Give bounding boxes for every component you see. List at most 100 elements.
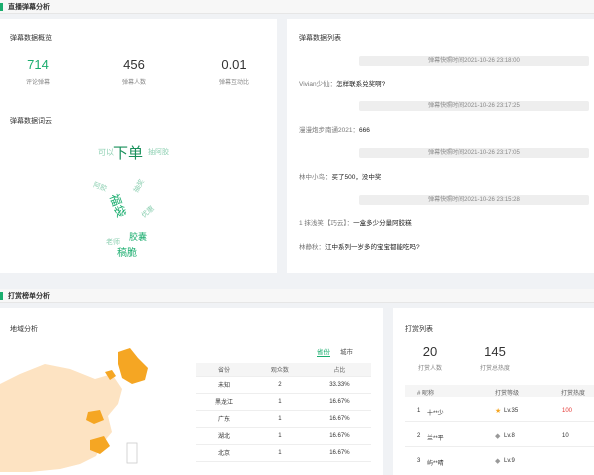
danmu-list-title: 弹幕数据列表 [299, 35, 341, 42]
danmu-text: 江中系列一岁多的宝宝都能吃吗? [325, 244, 420, 251]
col-heat: 打赏热度 [561, 391, 586, 397]
cell-viewers: 1 [251, 393, 308, 411]
stat-danmu-count: 714 [27, 57, 49, 72]
danmu-time-1: 弹幕快照时间2021-10-26 23:18:00 [359, 56, 589, 66]
col-level: 打赏等级 [495, 391, 520, 397]
danmu-text: 一盒多少分量阿胶糕 [353, 220, 412, 227]
cell-province: 黑龙江 [196, 393, 252, 411]
danmu-user: Vivian少仙： [299, 81, 337, 88]
overview-panel: 弹幕数据概览 714 评论弹幕 456 弹幕人数 0.01 弹幕互动比 弹幕数据… [0, 19, 277, 273]
col-nickname: # 昵称 [417, 391, 435, 397]
stat-ratio-value: 0.01 [221, 57, 247, 72]
map-inset-box [126, 442, 138, 464]
danmu-item-1: Vivian少仙：怎样联系兑奖啊? [299, 78, 385, 88]
danmu-text: 666 [358, 127, 370, 134]
danmu-item-2: 漫漫炮步南通2021：666 [299, 124, 370, 134]
reward-heat: 100 [562, 408, 573, 414]
reward-table-header: # 昵称 打赏等级 打赏热度 [405, 385, 594, 397]
danmu-user: 林静秋： [299, 244, 325, 251]
region-table-header: 省份 观众数 占比 [196, 363, 371, 377]
danmu-time-2: 弹幕快照时间2021-10-26 23:17:25 [359, 101, 589, 111]
cell-ratio: 16.67% [307, 410, 371, 428]
region-panel: 地域分析 省份 城市 省份 观众数 占比 未知 2 33.33% 黑龙江 1 1… [0, 308, 383, 475]
cell-province: 广东 [196, 410, 252, 428]
danmu-user: 林中小鸟： [299, 174, 332, 181]
word-gaocui: 稿脆 [117, 248, 137, 259]
tab-city[interactable]: 城市 [340, 346, 353, 356]
danmu-text: 买了500，没中奖 [331, 174, 382, 181]
danmu-item-5: 林静秋：江中系列一岁多的宝宝都能吃吗? [299, 241, 420, 251]
danmu-list-panel: 弹幕数据列表 弹幕快照时间2021-10-26 23:18:00 Vivian少… [287, 19, 594, 273]
word-choujiang: 抽奖 [132, 178, 146, 195]
cell-province: 北京 [196, 444, 252, 462]
word-ajiao: 阿胶 [92, 181, 108, 194]
section-accent [0, 3, 3, 11]
danmu-text: 怎样联系兑奖啊? [336, 81, 386, 88]
col-province: 省份 [196, 363, 252, 377]
reward-name: 屿**晴 [427, 461, 444, 467]
danmu-time-4: 弹幕快照时间2021-10-26 23:15:28 [359, 195, 589, 205]
word-jiaonang: 胶囊 [129, 232, 148, 242]
section-header-danmu: 直播弹幕分析 [0, 0, 594, 14]
cell-ratio: 16.67% [307, 427, 371, 445]
reward-users-count: 20 [422, 344, 438, 359]
cell-viewers: 1 [251, 427, 308, 445]
map-region-heilongjiang [118, 348, 148, 384]
level-badge-icon: ◆ [495, 458, 501, 465]
cell-viewers: 1 [251, 444, 308, 462]
section-header-reward: 打赏榜单分析 [0, 289, 594, 303]
reward-heat-label: 打赏总热度 [479, 366, 510, 372]
reward-panel: 打赏列表 20 打赏人数 145 打赏总热度 # 昵称 打赏等级 打赏热度 1 … [393, 308, 594, 475]
table-row: 2 兰**平 ◆ Lv.8 10 [405, 429, 594, 447]
section-accent [0, 292, 3, 300]
word-fudai: 福袋 [106, 191, 129, 220]
level-star-icon: ★ [495, 408, 502, 415]
reward-heat-count: 145 [484, 344, 506, 359]
map-china-base [0, 364, 122, 472]
table-row: 广东 1 16.67% [196, 410, 371, 428]
reward-rank: 3 [417, 458, 421, 464]
cell-ratio: 33.33% [307, 376, 371, 394]
reward-users-label: 打赏人数 [417, 366, 442, 372]
danmu-time-3: 弹幕快照时间2021-10-26 23:17:05 [359, 148, 589, 158]
table-row: 北京 1 16.67% [196, 444, 371, 462]
region-title: 地域分析 [10, 326, 38, 333]
stat-ratio-label: 弹幕互动比 [218, 80, 249, 86]
cell-province: 未知 [196, 376, 252, 394]
level-badge-icon: ◆ [495, 433, 501, 440]
danmu-item-4: 1 抹浅笑【巧云】：一盒多少分量阿胶糕 [299, 217, 412, 227]
word-chouajiao: 抽阿胶 [148, 149, 169, 156]
danmu-user: 漫漫炮步南通2021： [299, 127, 359, 134]
reward-name: 十**少 [427, 411, 444, 417]
stat-users-label: 弹幕人数 [121, 80, 146, 86]
region-table: 省份 观众数 占比 未知 2 33.33% 黑龙江 1 16.67% 广东 1 … [196, 363, 371, 462]
cell-viewers: 2 [251, 376, 308, 394]
reward-level: Lv.9 [504, 458, 515, 464]
table-row: 未知 2 33.33% [196, 376, 371, 394]
col-viewers: 观众数 [251, 363, 308, 377]
cell-ratio: 16.67% [307, 444, 371, 462]
col-ratio: 占比 [307, 363, 371, 377]
cell-province: 湖北 [196, 427, 252, 445]
wordcloud-title: 弹幕数据词云 [10, 118, 52, 125]
reward-title: 打赏列表 [405, 326, 433, 333]
tab-province[interactable]: 省份 [317, 346, 330, 357]
reward-heat: 10 [562, 433, 569, 439]
table-row: 黑龙江 1 16.67% [196, 393, 371, 411]
reward-level: Lv.35 [504, 408, 519, 414]
reward-level: Lv.8 [504, 433, 515, 439]
reward-rank: 1 [417, 408, 421, 414]
reward-name: 兰**平 [427, 436, 444, 442]
cell-ratio: 16.67% [307, 393, 371, 411]
overview-title: 弹幕数据概览 [10, 35, 52, 42]
danmu-user: 1 抹浅笑【巧云】： [299, 220, 354, 227]
section-title: 直播弹幕分析 [8, 4, 50, 11]
table-row: 湖北 1 16.67% [196, 427, 371, 445]
china-map [0, 348, 148, 472]
table-row: 1 十**少 ★ Lv.35 100 [405, 404, 594, 422]
word-keyi: 可以 [98, 148, 114, 157]
danmu-item-3: 林中小鸟：买了500，没中奖 [299, 171, 381, 181]
section-title: 打赏榜单分析 [8, 293, 50, 300]
cell-viewers: 1 [251, 410, 308, 428]
stat-danmu-label: 评论弹幕 [25, 80, 50, 86]
